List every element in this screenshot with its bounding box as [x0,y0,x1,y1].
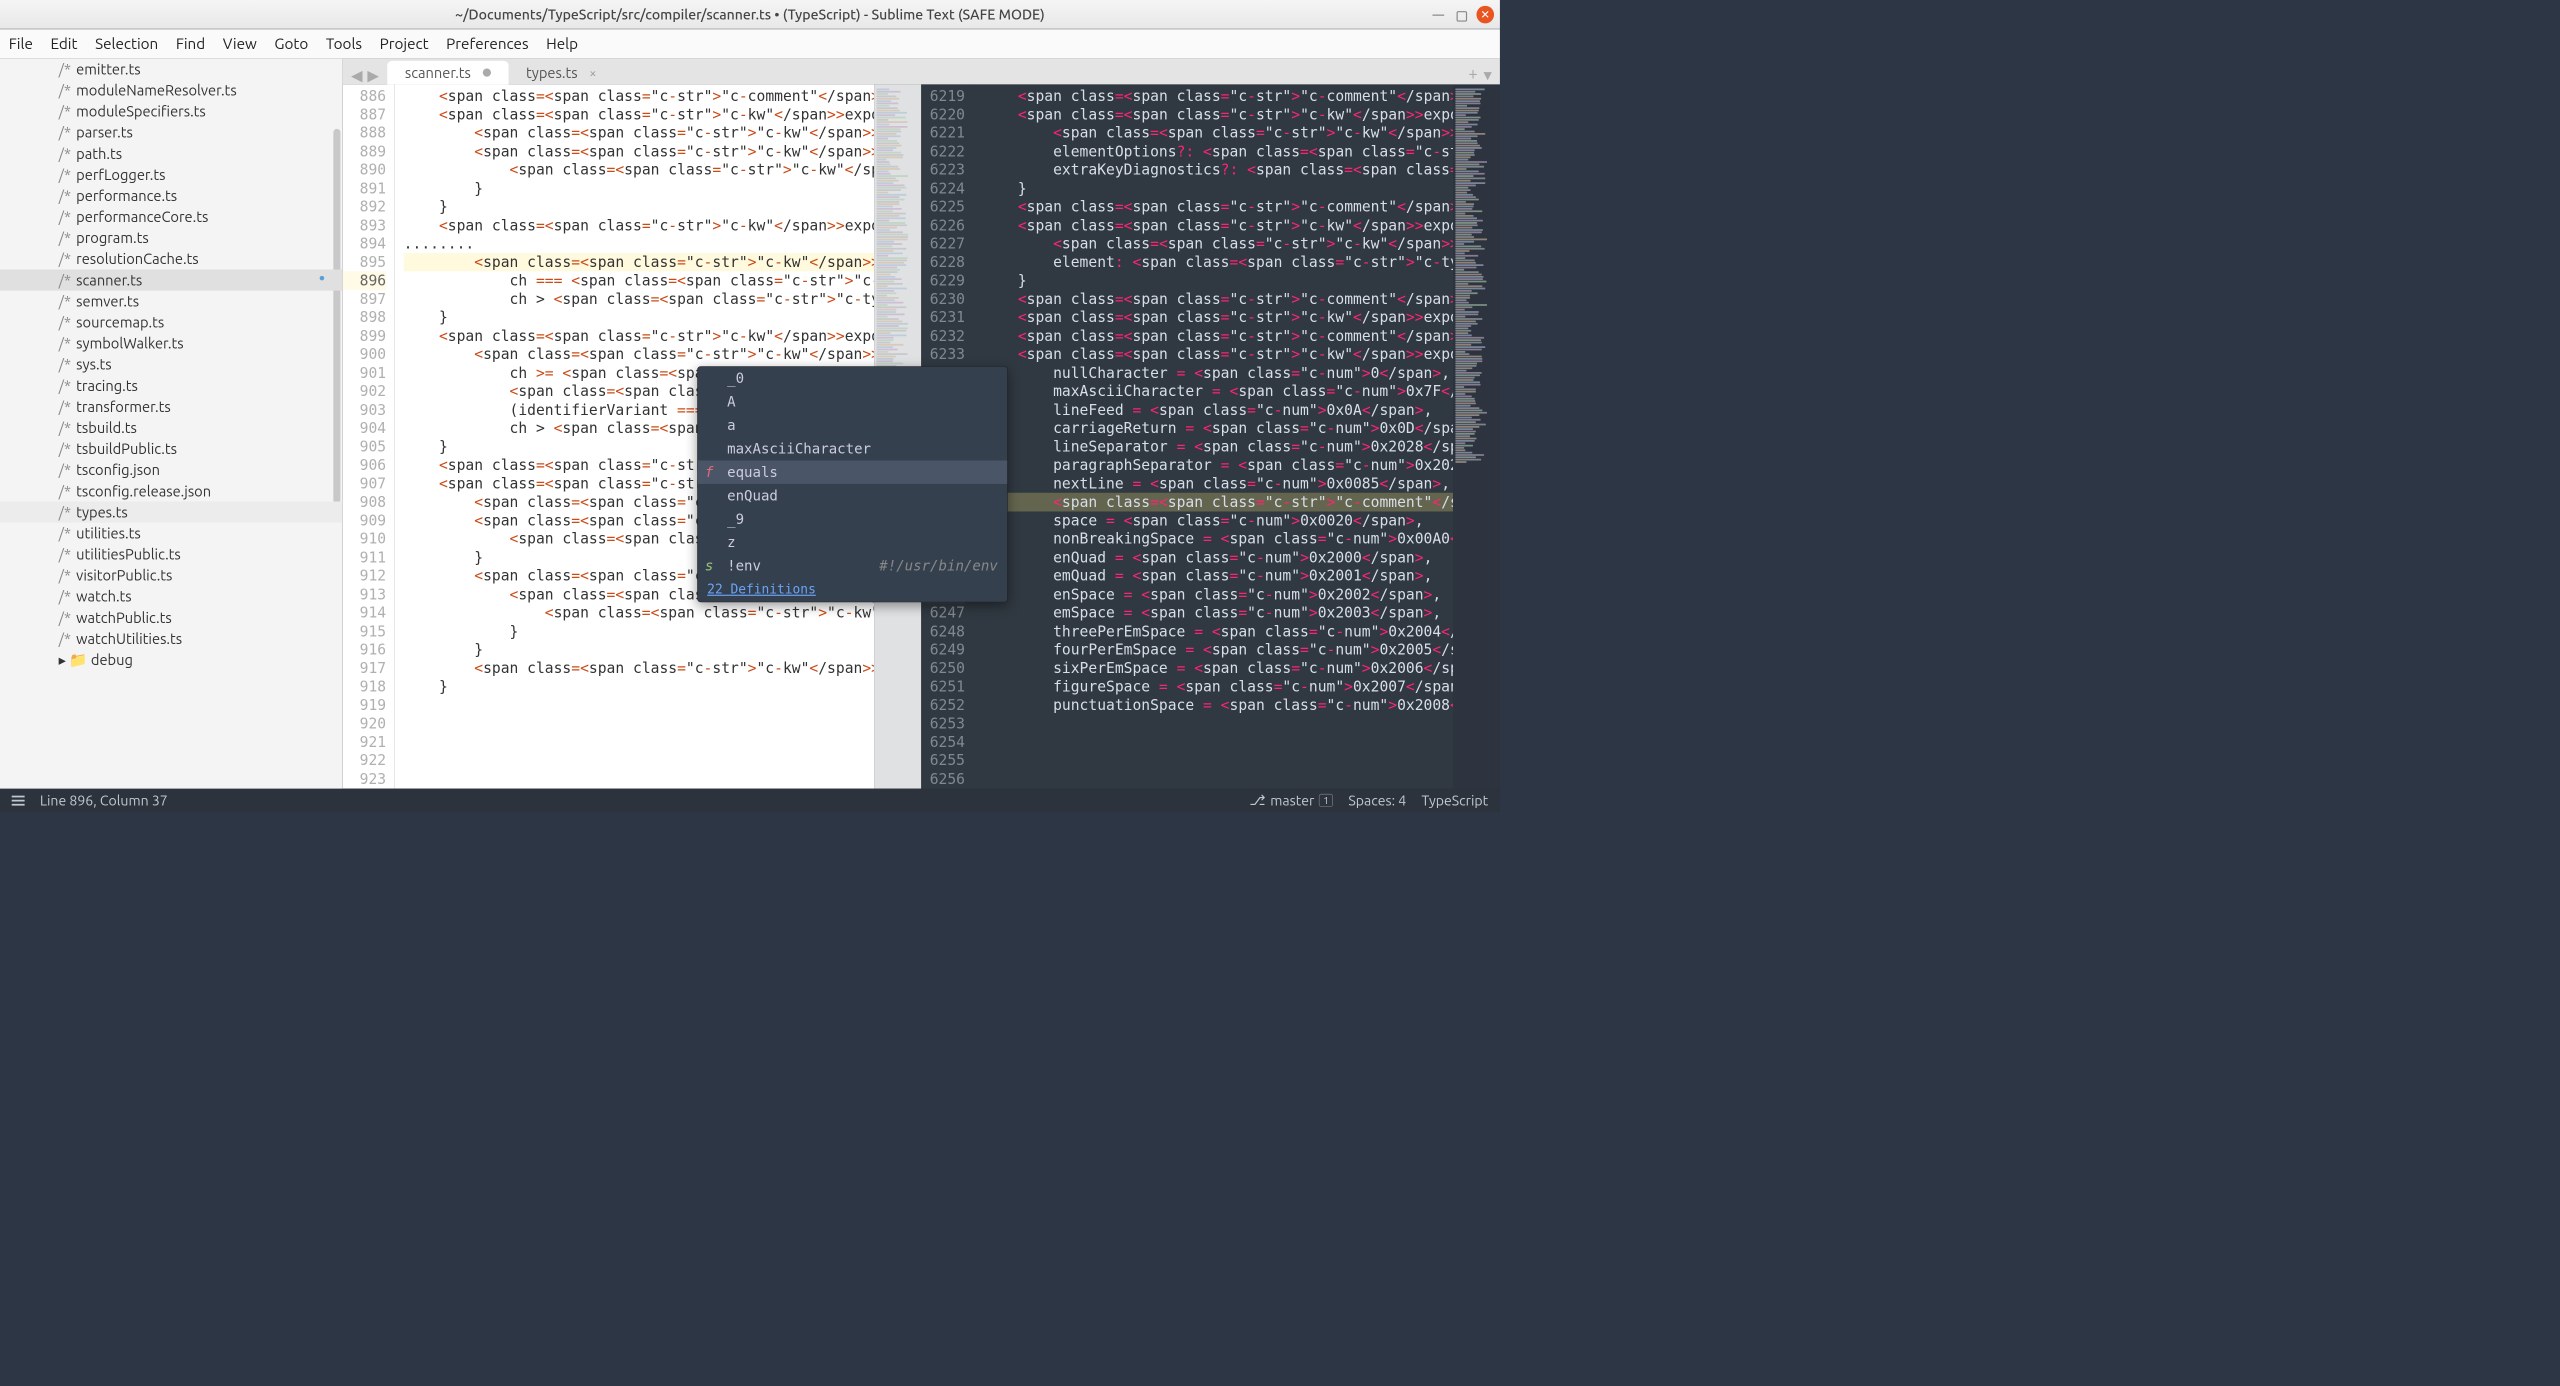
sidebar-item[interactable]: /* moduleNameResolver.ts [0,80,343,101]
sidebar-item[interactable]: /* utilitiesPublic.ts [0,544,343,565]
tab-history-nav[interactable]: ◀▶ [343,66,388,84]
sidebar-item[interactable]: /* types.ts [0,502,343,523]
minimap[interactable] [1453,84,1500,788]
sidebar-item[interactable]: /* parser.ts [0,122,343,143]
cursor-position[interactable]: Line 896, Column 37 [40,792,168,808]
sidebar-item[interactable]: /* perfLogger.ts [0,164,343,185]
tab[interactable]: types.ts× [508,61,614,84]
code-editor[interactable]: <span class=<span class="c-str">"c-comme… [973,84,1453,788]
autocomplete-item[interactable]: _9 [698,507,1007,530]
minimize-button[interactable]: — [1430,6,1448,24]
indentation[interactable]: Spaces: 4 [1348,792,1406,808]
autocomplete-popup[interactable]: _0AamaxAsciiCharacterfequalsenQuad_9zs!e… [697,366,1008,602]
menu-edit[interactable]: Edit [50,35,77,52]
menu-goto[interactable]: Goto [274,35,308,52]
sidebar-item[interactable]: /* resolutionCache.ts [0,248,343,269]
sidebar-item[interactable]: /* tsconfig.release.json [0,480,343,501]
autocomplete-footer[interactable]: 22 Definitions [698,578,1007,602]
autocomplete-item[interactable]: fequals [698,461,1007,484]
maximize-button[interactable] [1453,6,1471,24]
git-branch[interactable]: ⎇ master 1 [1249,792,1333,808]
tab[interactable]: scanner.ts [387,61,508,84]
modified-icon [483,69,491,77]
menu-help[interactable]: Help [546,35,578,52]
tab-menu-button[interactable]: ▾ [1483,65,1491,84]
sidebar[interactable]: /* emitter.ts/* moduleNameResolver.ts/* … [0,59,343,789]
statusbar: Line 896, Column 37 ⎇ master 1 Spaces: 4… [0,789,1500,812]
sidebar-item[interactable]: /* watch.ts [0,586,343,607]
new-tab-button[interactable]: + [1468,65,1477,84]
autocomplete-item[interactable]: a [698,414,1007,437]
editor-pane-right[interactable]: 6219622062216222622362246225622662276228… [921,84,1500,788]
sidebar-item[interactable]: /* performance.ts [0,185,343,206]
sidebar-item[interactable]: /* visitorPublic.ts [0,565,343,586]
window-title: ~/Documents/TypeScript/src/compiler/scan… [455,6,1045,22]
sidebar-item[interactable]: /* path.ts [0,143,343,164]
sidebar-item[interactable]: /* watchPublic.ts [0,607,343,628]
menubar: File Edit Selection Find View Goto Tools Projec… [0,29,1500,58]
titlebar: ~/Documents/TypeScript/src/compiler/scan… [0,0,1500,29]
tabstrip: ◀▶ scanner.tstypes.ts× + ▾ [343,59,1500,85]
autocomplete-item[interactable]: s!env#!/usr/bin/env [698,554,1007,577]
autocomplete-item[interactable]: _0 [698,367,1007,390]
sidebar-item[interactable]: /* watchUtilities.ts [0,628,343,649]
autocomplete-item[interactable]: maxAsciiCharacter [698,437,1007,460]
sidebar-item[interactable]: /* performanceCore.ts [0,206,343,227]
sidebar-item[interactable]: /* sourcemap.ts [0,312,343,333]
menu-project[interactable]: Project [380,35,429,52]
sidebar-item[interactable]: /* moduleSpecifiers.ts [0,101,343,122]
sidebar-item[interactable]: /* program.ts [0,227,343,248]
sidebar-item[interactable]: /* tsbuildPublic.ts [0,438,343,459]
autocomplete-item[interactable]: enQuad [698,484,1007,507]
menu-selection[interactable]: Selection [95,35,158,52]
autocomplete-item[interactable]: z [698,531,1007,554]
line-gutter[interactable]: 8868878888898908918928938948958968978988… [343,84,395,788]
sidebar-item[interactable]: /* tsconfig.json [0,459,343,480]
menu-find[interactable]: Find [176,35,205,52]
sidebar-item[interactable]: /* scanner.ts [0,270,343,291]
menu-view[interactable]: View [223,35,257,52]
menu-preferences[interactable]: Preferences [446,35,528,52]
sidebar-item[interactable]: /* semver.ts [0,291,343,312]
sidebar-item[interactable]: /* symbolWalker.ts [0,333,343,354]
sidebar-item[interactable]: /* sys.ts [0,354,343,375]
menu-icon[interactable] [12,795,25,805]
sidebar-item[interactable]: /* tsbuild.ts [0,417,343,438]
syntax[interactable]: TypeScript [1421,792,1488,808]
sidebar-item[interactable]: /* tracing.ts [0,375,343,396]
menu-file[interactable]: File [9,35,33,52]
close-tab-icon[interactable]: × [589,65,596,80]
menu-tools[interactable]: Tools [326,35,362,52]
close-button[interactable]: ✕ [1476,6,1494,24]
sidebar-item[interactable]: /* transformer.ts [0,396,343,417]
sidebar-item[interactable]: /* emitter.ts [0,59,343,80]
sidebar-item[interactable]: /* utilities.ts [0,523,343,544]
sidebar-folder[interactable]: ▸ 📁 debug [0,649,343,671]
autocomplete-item[interactable]: A [698,390,1007,413]
